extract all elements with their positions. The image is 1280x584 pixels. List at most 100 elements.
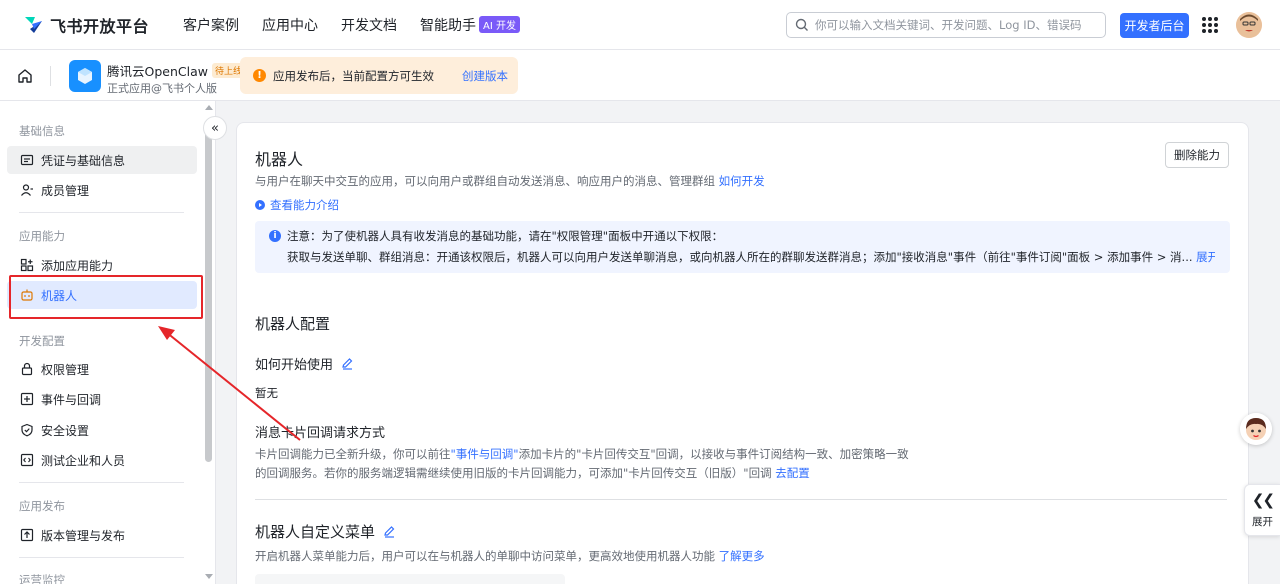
app-icon xyxy=(69,60,101,92)
credential-icon xyxy=(20,154,34,166)
menu-preview xyxy=(255,574,565,584)
sidebar: 基础信息 凭证与基础信息 成员管理 应用能力 添加应用能力 机器人 开发配置 权… xyxy=(0,101,216,584)
nav-smart-assistant[interactable]: 智能助手 AI 开发 xyxy=(420,15,520,35)
search-input[interactable]: 你可以输入文档关键词、开发问题、Log ID、错误码 xyxy=(786,12,1106,38)
warning-icon: ! xyxy=(253,69,266,82)
app-context-bar: 腾讯云OpenClaw 待上线 正式应用@飞书个人版 ! 应用发布后，当前配置方… xyxy=(0,50,1280,101)
add-capability-icon xyxy=(20,258,34,272)
lock-icon xyxy=(21,362,33,376)
sidebar-item-members[interactable]: 成员管理 xyxy=(7,176,197,204)
sidebar-group-title: 应用发布 xyxy=(19,499,65,513)
sidebar-item-test-tenants[interactable]: 测试企业和人员 xyxy=(7,446,197,474)
assistant-avatar-icon xyxy=(1240,413,1272,445)
feishu-logo-icon xyxy=(22,16,42,33)
sidebar-group-title: 应用能力 xyxy=(19,229,65,243)
sidebar-group-title: 运营监控 xyxy=(19,573,65,584)
sidebar-item-label: 测试企业和人员 xyxy=(41,453,126,468)
divider xyxy=(19,212,184,213)
create-version-link[interactable]: 创建版本 xyxy=(462,68,508,84)
nav-smart-assistant-label: 智能助手 xyxy=(420,17,477,34)
avatar-illustration-icon xyxy=(1236,12,1262,38)
view-intro-link[interactable]: 查看能力介绍 xyxy=(255,197,339,213)
app-name-text: 腾讯云OpenClaw xyxy=(107,64,208,79)
notice-line: 获取与发送单聊、群组消息：开通该权限后，机器人可以向用户发送单聊消息，或向机器人… xyxy=(287,249,1215,265)
sidebar-item-label: 凭证与基础信息 xyxy=(41,153,126,168)
sidebar-item-label: 安全设置 xyxy=(41,423,90,438)
subsection-label: 消息卡片回调请求方式 xyxy=(255,426,386,441)
ai-dev-badge: AI 开发 xyxy=(479,16,520,33)
nav-customer-cases[interactable]: 客户案例 xyxy=(183,15,239,35)
scroll-down-arrow[interactable] xyxy=(205,574,213,579)
sidebar-item-credentials[interactable]: 凭证与基础信息 xyxy=(7,146,197,174)
page-title: 机器人 xyxy=(255,150,304,169)
code-icon xyxy=(20,453,34,467)
expand-details-link[interactable]: 展开详情 xyxy=(1196,250,1215,264)
sidebar-item-permissions[interactable]: 权限管理 xyxy=(7,355,197,383)
divider xyxy=(19,482,184,483)
how-to-start-value: 暂无 xyxy=(255,386,278,400)
publish-notice: ! 应用发布后，当前配置方可生效 创建版本 xyxy=(240,57,518,94)
sidebar-item-label: 权限管理 xyxy=(41,362,90,377)
custom-menu-title: 机器人自定义菜单 xyxy=(255,521,396,542)
learn-more-link[interactable]: 了解更多 xyxy=(719,549,765,563)
app-grid-icon[interactable] xyxy=(1202,17,1218,33)
card-callback-desc: 卡片回调能力已全新升级，你可以前往"事件与回调"添加卡片的"卡片回传交互"回调，… xyxy=(255,445,909,483)
sidebar-group-title: 开发配置 xyxy=(19,334,65,348)
sidebar-item-versions[interactable]: 版本管理与发布 xyxy=(7,521,197,549)
edit-icon[interactable] xyxy=(383,525,396,538)
event-icon xyxy=(20,392,34,406)
divider xyxy=(19,557,184,558)
subsection-label: 机器人自定义菜单 xyxy=(255,523,376,541)
robot-capability-card: 机器人 与用户在聊天中交互的应用，可以向用户或群组自动发送消息、响应用户的消息、… xyxy=(236,122,1249,584)
search-icon xyxy=(795,18,808,31)
remove-capability-button[interactable]: 删除能力 xyxy=(1165,142,1229,168)
sidebar-item-label: 事件与回调 xyxy=(41,392,102,407)
view-intro-label: 查看能力介绍 xyxy=(270,198,339,212)
sidebar-item-events[interactable]: 事件与回调 xyxy=(7,385,197,413)
page-description: 与用户在聊天中交互的应用，可以向用户或群组自动发送消息、响应用户的消息、管理群组… xyxy=(255,173,765,189)
search-placeholder: 你可以输入文档关键词、开发问题、Log ID、错误码 xyxy=(815,18,1082,32)
scroll-up-arrow[interactable] xyxy=(205,105,213,110)
description-text: 与用户在聊天中交互的应用，可以向用户或群组自动发送消息、响应用户的消息、管理群组 xyxy=(255,174,715,188)
user-avatar[interactable] xyxy=(1236,12,1262,38)
how-to-start-title: 如何开始使用 xyxy=(255,354,354,373)
nav-app-center[interactable]: 应用中心 xyxy=(262,15,318,35)
play-icon xyxy=(255,200,265,210)
app-subtitle: 正式应用@飞书个人版 xyxy=(107,82,217,95)
shield-icon xyxy=(21,423,33,437)
double-chevron-left-icon: « xyxy=(211,120,219,136)
notice-detail-text: 获取与发送单聊、群组消息：开通该权限后，机器人可以向用户发送单聊消息，或向机器人… xyxy=(287,250,1193,264)
edit-icon[interactable] xyxy=(341,357,354,370)
expand-panel-button[interactable]: ❮❮ 展开 xyxy=(1244,484,1280,536)
go-configure-link[interactable]: 去配置 xyxy=(775,466,810,480)
double-chevron-left-icon: ❮❮ xyxy=(1251,490,1275,509)
assistant-avatar[interactable] xyxy=(1240,413,1272,445)
section-title: 机器人配置 xyxy=(255,315,331,333)
member-icon xyxy=(21,184,33,196)
brand-name: 飞书开放平台 xyxy=(50,16,150,36)
cube-icon xyxy=(78,68,92,84)
subsection-label: 如何开始使用 xyxy=(255,358,334,373)
collapse-sidebar-button[interactable]: « xyxy=(203,116,227,140)
how-to-develop-link[interactable]: 如何开发 xyxy=(719,174,765,188)
sidebar-item-security[interactable]: 安全设置 xyxy=(7,416,197,444)
divider xyxy=(50,66,51,86)
brand-logo[interactable]: 飞书开放平台 xyxy=(20,13,149,37)
sidebar-item-label: 版本管理与发布 xyxy=(41,528,126,543)
notice-line: 注意：为了使机器人具有收发消息的基础功能，请在"权限管理"面板中开通以下权限： xyxy=(287,229,724,243)
expand-label: 展开 xyxy=(1252,515,1273,528)
home-icon[interactable] xyxy=(16,67,34,85)
dev-console-button[interactable]: 开发者后台 xyxy=(1120,13,1189,38)
notice-text: 应用发布后，当前配置方可生效 xyxy=(273,68,434,83)
permission-notice: i 注意：为了使机器人具有收发消息的基础功能，请在"权限管理"面板中开通以下权限… xyxy=(255,221,1230,273)
annotation-highlight-box xyxy=(9,275,203,319)
upload-icon xyxy=(20,528,34,542)
desc-text: 的回调服务。若你的服务端逻辑需继续使用旧版的卡片回调能力，可添加"卡片回传交互（… xyxy=(255,466,772,480)
events-callbacks-link[interactable]: "事件与回调" xyxy=(451,447,519,461)
sidebar-scrollbar[interactable] xyxy=(205,128,212,462)
info-icon: i xyxy=(269,230,281,242)
desc-text: 卡片回调能力已全新升级，你可以前往 xyxy=(255,447,451,461)
nav-dev-docs[interactable]: 开发文档 xyxy=(341,15,397,35)
app-name: 腾讯云OpenClaw 待上线 xyxy=(107,61,245,80)
sidebar-item-label: 添加应用能力 xyxy=(41,258,114,273)
